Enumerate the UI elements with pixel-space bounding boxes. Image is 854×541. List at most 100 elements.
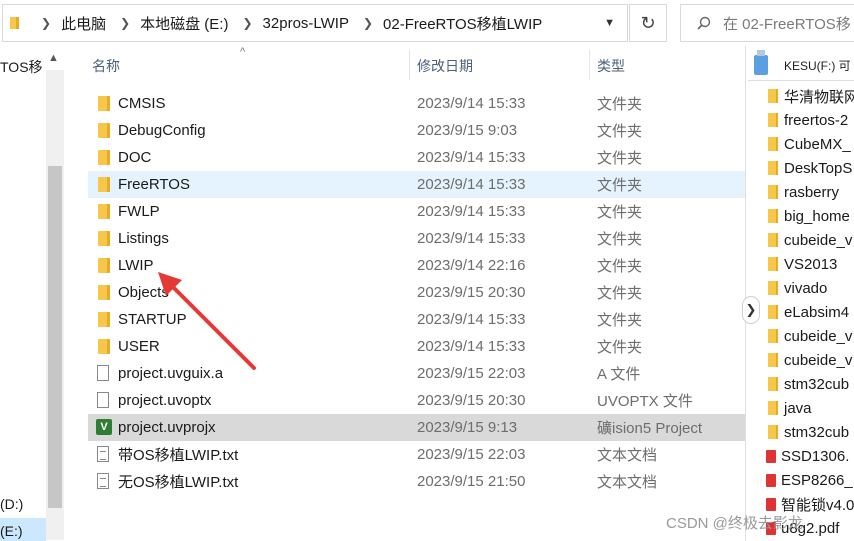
nav-scrollbar-thumb[interactable]: [48, 166, 62, 508]
folder-icon: [94, 230, 112, 247]
side-list-item[interactable]: vivado: [760, 276, 827, 300]
search-placeholder: 在 02-FreeRTOS移: [723, 15, 851, 33]
side-item-label: stm32cub: [784, 423, 850, 441]
folder-icon: [94, 311, 112, 328]
address-bar[interactable]: ❯ 此电脑 ❯ 本地磁盘 (E:) ❯ 32pros-LWIP ❯ 02-Fre…: [2, 4, 628, 42]
text-file-icon: [94, 446, 112, 463]
side-list-item[interactable]: DeskTopS: [760, 156, 852, 180]
file-row[interactable]: CMSIS 2023/9/14 15:33 文件夹: [88, 90, 746, 117]
folder-icon: [768, 401, 778, 415]
file-name: 无OS移植LWIP.txt: [118, 474, 239, 491]
side-list-item[interactable]: stm32cub: [760, 372, 849, 396]
side-list-item[interactable]: rasberry: [760, 180, 839, 204]
chevron-right-icon[interactable]: ❯: [41, 16, 51, 30]
file-name: Listings: [118, 230, 169, 247]
column-header-name[interactable]: 名称: [92, 46, 120, 86]
side-list-item[interactable]: ESP8266_: [760, 468, 853, 492]
chevron-down-icon[interactable]: ▼: [604, 17, 615, 29]
file-type: UVOPTX 文件: [597, 393, 693, 410]
side-item-label: eLabsim4: [784, 303, 850, 321]
file-row[interactable]: Listings 2023/9/14 15:33 文件夹: [88, 225, 746, 252]
folder-icon: [768, 305, 778, 319]
nav-item-folder[interactable]: TOS移: [0, 57, 43, 77]
folder-icon: [94, 338, 112, 355]
side-list-item[interactable]: VS2013: [760, 252, 837, 276]
file-date: 2023/9/14 22:16: [417, 257, 526, 274]
side-item-label: stm32cub: [784, 375, 850, 393]
file-type: 文件夹: [597, 177, 643, 194]
side-list-item[interactable]: cubeide_v: [760, 324, 852, 348]
side-list-item[interactable]: cubeide_v: [760, 348, 852, 372]
file-row[interactable]: 无OS移植LWIP.txt 2023/9/15 21:50 文本文档: [88, 468, 746, 495]
folder-icon: [768, 89, 778, 103]
watermark: CSDN @终极去影龙: [666, 515, 803, 532]
folder-icon: [768, 281, 778, 295]
file-type: 礦ision5 Project: [597, 420, 703, 437]
side-list-item[interactable]: stm32cub: [760, 420, 849, 444]
column-divider[interactable]: [589, 50, 590, 80]
nav-item-drive-e[interactable]: (E:): [0, 523, 23, 539]
breadcrumb-32pros-lwip[interactable]: 32pros-LWIP: [263, 15, 349, 32]
nav-item-drive-d[interactable]: (D:): [0, 496, 23, 512]
file-row[interactable]: 带OS移植LWIP.txt 2023/9/15 22:03 文本文档: [88, 441, 746, 468]
folder-icon: [768, 353, 778, 367]
column-header-type[interactable]: 类型: [597, 46, 625, 86]
file-type: 文本文档: [597, 474, 658, 491]
usb-drive-icon: [754, 50, 768, 75]
chevron-right-icon[interactable]: ❯: [242, 16, 252, 30]
navigation-pane: TOS移 ▲ (D:) (E:): [0, 46, 68, 541]
chevron-right-icon[interactable]: ❯: [363, 16, 373, 30]
file-row[interactable]: FWLP 2023/9/14 15:33 文件夹: [88, 198, 746, 225]
file-row[interactable]: DOC 2023/9/14 15:33 文件夹: [88, 144, 746, 171]
file-date: 2023/9/15 20:30: [417, 392, 526, 409]
pdf-icon: [766, 473, 776, 487]
file-type: 文件夹: [597, 150, 643, 167]
file-date: 2023/9/14 15:33: [417, 338, 526, 355]
side-list-item[interactable]: CubeMX_: [760, 132, 851, 156]
folder-icon: [94, 122, 112, 139]
file-row[interactable]: project.uvoptx 2023/9/15 20:30 UVOPTX 文件: [88, 387, 746, 414]
folder-icon: [768, 377, 778, 391]
folder-icon: [9, 16, 27, 30]
side-list-item[interactable]: freertos-2: [760, 108, 848, 132]
file-row-selected[interactable]: V project.uvprojx 2023/9/15 9:13 礦ision5…: [88, 414, 746, 441]
side-list-item[interactable]: java: [760, 396, 812, 420]
side-item-label: CubeMX_: [784, 135, 851, 153]
breadcrumb-this-pc[interactable]: 此电脑: [61, 13, 106, 34]
file-type: 文件夹: [597, 204, 643, 221]
file-icon: [94, 365, 112, 382]
file-row[interactable]: DebugConfig 2023/9/15 9:03 文件夹: [88, 117, 746, 144]
file-icon: [94, 392, 112, 409]
side-panel-header[interactable]: KESU(F:) 可: [748, 50, 854, 81]
file-type: 文件夹: [597, 123, 643, 140]
file-type: 文本文档: [597, 447, 658, 464]
refresh-icon: ↻: [640, 12, 656, 33]
chevron-right-icon[interactable]: ❯: [742, 296, 760, 324]
folder-icon: [94, 149, 112, 166]
file-date: 2023/9/14 15:33: [417, 95, 526, 112]
side-list-item[interactable]: eLabsim4: [760, 300, 849, 324]
side-item-label: java: [784, 399, 812, 417]
side-list-item[interactable]: cubeide_v: [760, 228, 852, 252]
side-item-label: SSD1306.: [781, 447, 850, 465]
file-date: 2023/9/15 9:13: [417, 419, 518, 436]
column-divider[interactable]: [409, 50, 410, 80]
pane-divider[interactable]: [745, 46, 746, 541]
side-item-label: DeskTopS: [784, 159, 853, 177]
folder-icon: [768, 185, 778, 199]
keil-project-icon: V: [94, 419, 112, 436]
file-date: 2023/9/14 15:33: [417, 203, 526, 220]
breadcrumb-current-folder[interactable]: 02-FreeRTOS移植LWIP: [383, 13, 542, 34]
side-item-label: big_home: [784, 207, 850, 225]
side-list-item[interactable]: SSD1306.: [760, 444, 849, 468]
breadcrumb-drive-e[interactable]: 本地磁盘 (E:): [140, 13, 228, 34]
side-list-item[interactable]: big_home: [760, 204, 850, 228]
folder-icon: [94, 284, 112, 301]
refresh-button[interactable]: ↻: [629, 4, 667, 42]
side-list-item[interactable]: 华清物联网: [760, 84, 854, 108]
file-row-hovered[interactable]: FreeRTOS 2023/9/14 15:33 文件夹: [88, 171, 746, 198]
scroll-up-icon[interactable]: ▲: [48, 52, 59, 64]
search-box[interactable]: 在 02-FreeRTOS移: [680, 4, 854, 42]
column-header-date[interactable]: 修改日期: [417, 46, 473, 86]
chevron-right-icon[interactable]: ❯: [120, 16, 130, 30]
